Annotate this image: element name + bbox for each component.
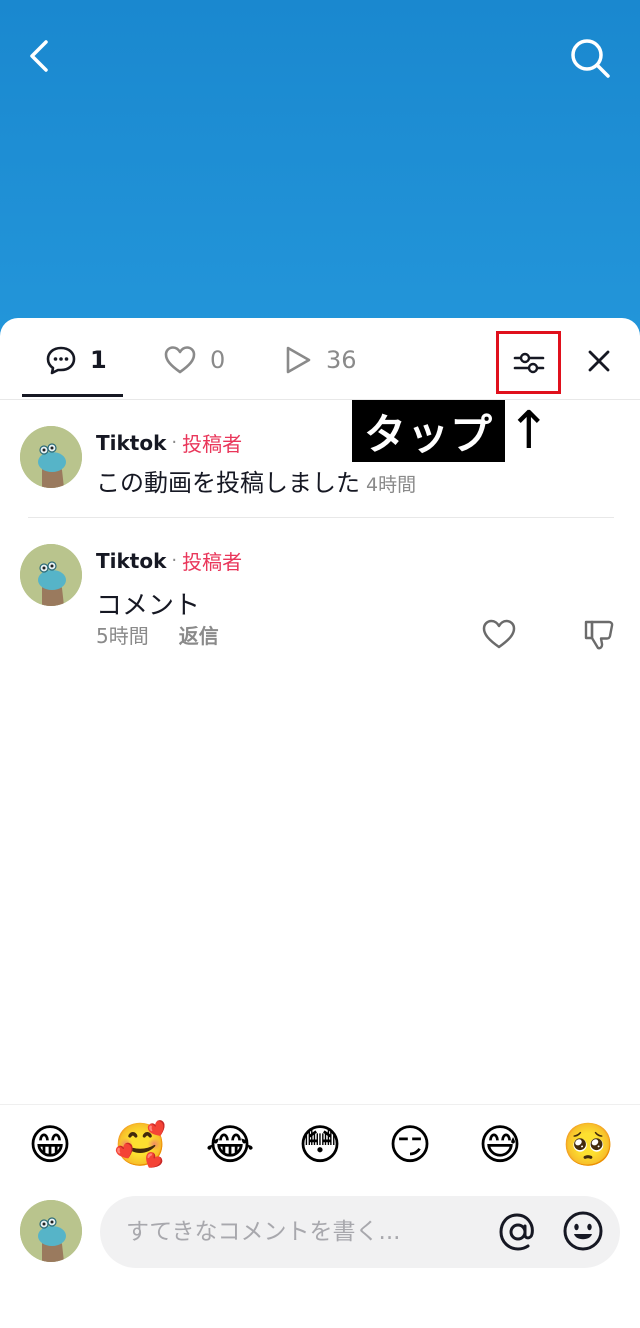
avatar <box>20 1200 82 1262</box>
emoji-smiling-hearts[interactable]: 🥰 <box>114 1119 166 1171</box>
emoji-tears-of-joy[interactable]: 😂 <box>204 1119 256 1171</box>
tab-comments[interactable]: 1 <box>46 340 107 380</box>
emoji-sweat-smile[interactable]: 😅 <box>474 1119 526 1171</box>
play-icon <box>286 346 311 374</box>
tab-comments-count: 1 <box>90 346 107 374</box>
mention-button[interactable] <box>496 1210 540 1254</box>
emoji-face-icon <box>563 1211 603 1251</box>
separator-dot: · <box>171 550 178 571</box>
sheet-tabs: 1 0 36 タップ ↑ <box>0 318 640 462</box>
heart-icon <box>482 619 516 649</box>
creator-badge: 投稿者 <box>182 550 243 574</box>
search-button[interactable] <box>568 36 612 80</box>
emoji-smirking[interactable]: 😏 <box>384 1119 436 1171</box>
emoji-quick-bar: 😁 🥰 😂 😳 😏 😅 🥺 <box>0 1104 640 1190</box>
comment-header: Tiktok · 投稿者 <box>96 546 242 575</box>
sliders-icon <box>513 352 544 373</box>
up-arrow-icon: ↑ <box>507 401 551 461</box>
chevron-left-icon <box>30 40 48 72</box>
comments-sheet: 1 0 36 タップ ↑ Tiktok · 投稿者 この動画を投稿しました 4時… <box>0 318 640 1328</box>
avatar-image <box>20 544 82 606</box>
creator-badge: 投稿者 <box>182 432 243 456</box>
video-header <box>0 0 640 110</box>
comment-body: Tiktok · 投稿者 この動画を投稿しました 4時間 <box>96 428 416 498</box>
back-button[interactable] <box>24 36 60 76</box>
comment-body: Tiktok · 投稿者 コメント <box>96 546 242 622</box>
close-icon <box>588 350 610 372</box>
comment-time: 5時間 <box>96 624 149 648</box>
comment-input[interactable] <box>126 1212 486 1252</box>
comment-text: コメント <box>96 591 201 621</box>
search-icon <box>571 39 610 78</box>
comment-text: この動画を投稿しました 4時間 <box>96 463 416 498</box>
comment-text-content: この動画を投稿しました <box>96 469 360 497</box>
avatar[interactable] <box>20 426 82 488</box>
comment-like-button[interactable] <box>482 618 516 650</box>
filter-button[interactable] <box>496 331 561 394</box>
close-button[interactable] <box>584 346 614 376</box>
comment-composer <box>0 1190 640 1290</box>
active-tab-indicator <box>22 394 123 397</box>
comment-time: 4時間 <box>366 474 417 496</box>
tab-likes[interactable]: 0 <box>164 340 225 380</box>
separator-dot: · <box>171 432 178 453</box>
comment-meta: 5時間 返信 <box>96 620 219 649</box>
comment-username[interactable]: Tiktok <box>96 549 166 573</box>
emoji-pleading[interactable]: 🥺 <box>562 1119 614 1171</box>
comment-input-box <box>100 1196 620 1268</box>
comment-header: Tiktok · 投稿者 <box>96 428 416 457</box>
comment-icon <box>46 346 76 375</box>
avatar[interactable] <box>20 544 82 606</box>
emoji-grinning[interactable]: 😁 <box>24 1119 76 1171</box>
tab-likes-count: 0 <box>210 346 226 374</box>
emoji-picker-button[interactable] <box>560 1208 606 1254</box>
comment-username[interactable]: Tiktok <box>96 431 166 455</box>
at-icon <box>499 1213 534 1251</box>
avatar-image <box>20 1200 82 1262</box>
tab-plays[interactable]: 36 <box>284 340 357 380</box>
emoji-flushed[interactable]: 😳 <box>294 1119 346 1171</box>
heart-icon <box>164 346 196 374</box>
thumbs-down-icon <box>584 620 614 650</box>
comment-dislike-button[interactable] <box>582 618 616 652</box>
comment-divider <box>28 517 614 518</box>
avatar-image <box>20 426 82 488</box>
reply-button[interactable]: 返信 <box>179 620 219 649</box>
tab-plays-count: 36 <box>326 346 357 374</box>
